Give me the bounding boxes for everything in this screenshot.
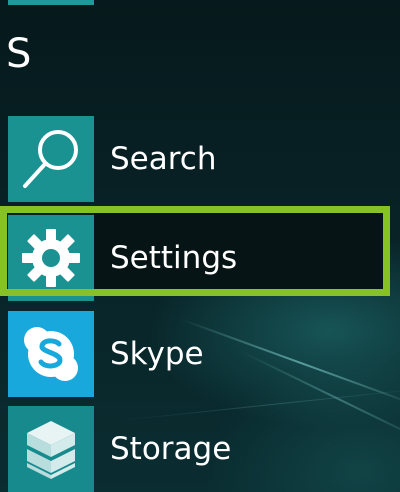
highlight-box-settings: [0, 206, 390, 296]
app-tile-search[interactable]: [8, 116, 94, 202]
app-label-storage: Storage: [110, 431, 232, 467]
app-label-skype: Skype: [110, 336, 204, 372]
app-tile-skype[interactable]: [8, 311, 94, 397]
app-tile-storage[interactable]: [8, 406, 94, 492]
storage-stack-icon: [27, 421, 75, 479]
group-header-letter[interactable]: S: [6, 34, 31, 74]
app-label-search: Search: [110, 141, 217, 177]
app-item-skype[interactable]: Skype: [8, 311, 388, 397]
skype-icon: [24, 327, 78, 381]
partial-tile-above[interactable]: [8, 0, 94, 5]
app-item-search[interactable]: Search: [8, 116, 388, 202]
magnifier-icon: [23, 130, 78, 188]
app-item-storage[interactable]: Storage: [8, 406, 388, 492]
